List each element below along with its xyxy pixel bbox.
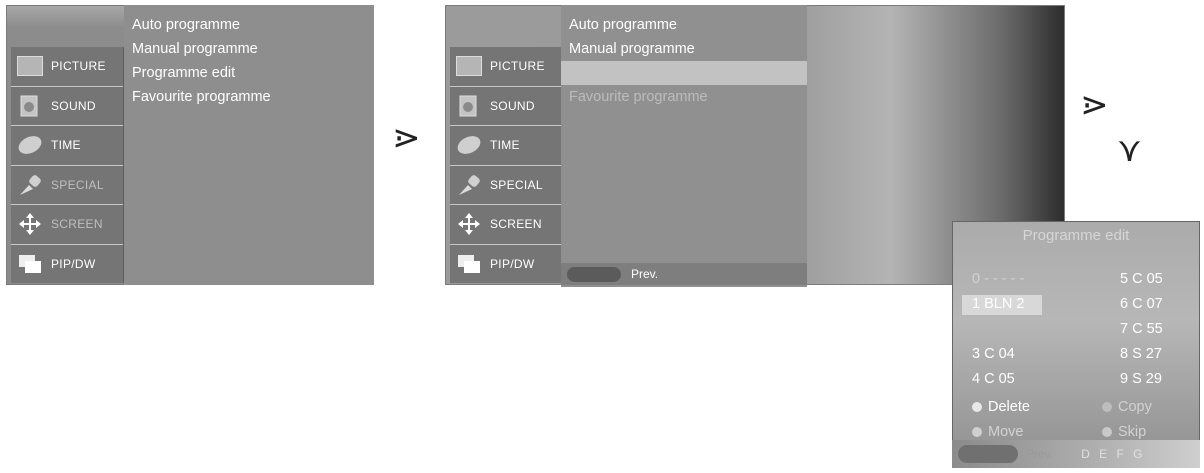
- sidebar-item-label: PICTURE: [490, 59, 545, 74]
- prev-label: Prev.: [1026, 447, 1054, 461]
- special-icon: [17, 173, 43, 197]
- sidebar-item-label: PIP/DW: [490, 256, 535, 271]
- sidebar-item-label: SPECIAL: [51, 177, 104, 192]
- osd-menu-panel-1: PICTURE SOUND TIME SPECIAL SCREEN PIP/DW…: [6, 5, 374, 285]
- prev-button-icon[interactable]: [567, 266, 621, 282]
- pipdw-icon: [17, 252, 43, 276]
- copy-dot-icon: [1102, 402, 1112, 413]
- programme-row[interactable]: 1 BLN 2: [972, 296, 1024, 312]
- sound-icon: [17, 94, 43, 118]
- osd-sidebar: PICTURE SOUND TIME SPECIAL SCREEN PIP/DW: [450, 47, 563, 283]
- next-step-arrow: ⋗: [392, 118, 421, 158]
- sidebar-item-sound[interactable]: SOUND: [11, 87, 123, 126]
- menu-item-auto-programme[interactable]: Auto programme: [124, 13, 374, 37]
- sidebar-item-special[interactable]: SPECIAL: [450, 166, 562, 205]
- osd-submenu: Auto programme Manual programme Programm…: [561, 5, 807, 287]
- sidebar-item-label: SCREEN: [51, 217, 103, 232]
- programme-row[interactable]: 4 C 05: [972, 371, 1015, 387]
- move-dot-icon: [972, 427, 982, 438]
- time-icon: [456, 133, 482, 157]
- menu-item-manual-programme[interactable]: Manual programme: [124, 37, 374, 61]
- sidebar-item-label: PIP/DW: [51, 256, 96, 271]
- pipdw-icon: [456, 252, 482, 276]
- down-step-arrow: ⋎: [1117, 130, 1142, 170]
- time-icon: [17, 133, 43, 157]
- sidebar-item-label: TIME: [51, 138, 81, 153]
- sidebar-item-time[interactable]: TIME: [11, 126, 123, 166]
- sidebar-item-time[interactable]: TIME: [450, 126, 562, 166]
- prev-bar: Prev.: [561, 263, 807, 285]
- picture-icon: [456, 54, 482, 78]
- sidebar-item-label: SOUND: [490, 98, 535, 113]
- move-action[interactable]: Move: [972, 424, 1023, 440]
- programme-row[interactable]: 7 C 55: [1120, 321, 1163, 337]
- osd-submenu: Auto programme Manual programme Programm…: [124, 5, 374, 285]
- sidebar-item-label: TIME: [490, 138, 520, 153]
- sidebar-item-pipdw[interactable]: PIP/DW: [11, 245, 123, 284]
- menu-item-auto-programme[interactable]: Auto programme: [561, 13, 807, 37]
- picture-icon: [17, 54, 43, 78]
- menu-item-programme-edit[interactable]: Programme edit: [124, 61, 374, 85]
- programme-edit-title: Programme edit: [1022, 227, 1130, 244]
- copy-label: Copy: [1118, 399, 1152, 415]
- sidebar-item-sound[interactable]: SOUND: [450, 87, 562, 126]
- programme-row[interactable]: 8 S 27: [1120, 346, 1162, 362]
- sidebar-item-special[interactable]: SPECIAL: [11, 166, 123, 205]
- sidebar-item-label: SCREEN: [490, 217, 542, 232]
- prev-button-icon[interactable]: [958, 445, 1018, 463]
- prev-label: Prev.: [631, 267, 659, 281]
- menu-item-manual-programme[interactable]: Manual programme: [561, 37, 807, 61]
- programme-row[interactable]: 9 S 29: [1120, 371, 1162, 387]
- sidebar-item-picture[interactable]: PICTURE: [11, 47, 123, 87]
- programme-row[interactable]: 0 - - - - -: [972, 271, 1024, 287]
- sidebar-item-label: PICTURE: [51, 59, 106, 74]
- menu-item-favourite-programme[interactable]: Favourite programme: [561, 85, 807, 109]
- programme-row[interactable]: 5 C 05: [1120, 271, 1163, 287]
- programme-row[interactable]: 3 C 04: [972, 346, 1015, 362]
- screen-icon: [17, 212, 43, 236]
- sidebar-item-label: SOUND: [51, 98, 96, 113]
- programme-edit-bottom-bar: Prev. D E F G: [952, 440, 1200, 468]
- copy-action[interactable]: Copy: [1102, 399, 1152, 415]
- sound-icon: [456, 94, 482, 118]
- programme-edit-panel: Programme edit 0 - - - - - 1 BLN 2 3 C 0…: [952, 221, 1200, 468]
- programme-row[interactable]: 6 C 07: [1120, 296, 1163, 312]
- delete-action[interactable]: Delete: [972, 399, 1030, 415]
- sidebar-item-screen[interactable]: SCREEN: [11, 205, 123, 245]
- skip-action[interactable]: Skip: [1102, 424, 1146, 440]
- delete-label: Delete: [988, 399, 1030, 415]
- sidebar-item-pipdw[interactable]: PIP/DW: [450, 245, 562, 284]
- menu-item-programme-edit-highlighted[interactable]: Programme edit: [561, 61, 807, 85]
- sidebar-item-label: SPECIAL: [490, 177, 543, 192]
- screen-icon: [456, 212, 482, 236]
- move-label: Move: [988, 424, 1024, 440]
- special-icon: [456, 173, 482, 197]
- sidebar-item-screen[interactable]: SCREEN: [450, 205, 562, 245]
- next-step-arrow: ⋗: [1080, 85, 1109, 125]
- page-letters: D E F G: [1081, 447, 1146, 461]
- skip-dot-icon: [1102, 427, 1112, 438]
- sidebar-item-picture[interactable]: PICTURE: [450, 47, 562, 87]
- skip-label: Skip: [1118, 424, 1147, 440]
- osd-sidebar: PICTURE SOUND TIME SPECIAL SCREEN PIP/DW: [11, 47, 124, 283]
- menu-item-favourite-programme[interactable]: Favourite programme: [124, 85, 374, 109]
- delete-dot-icon: [972, 402, 982, 413]
